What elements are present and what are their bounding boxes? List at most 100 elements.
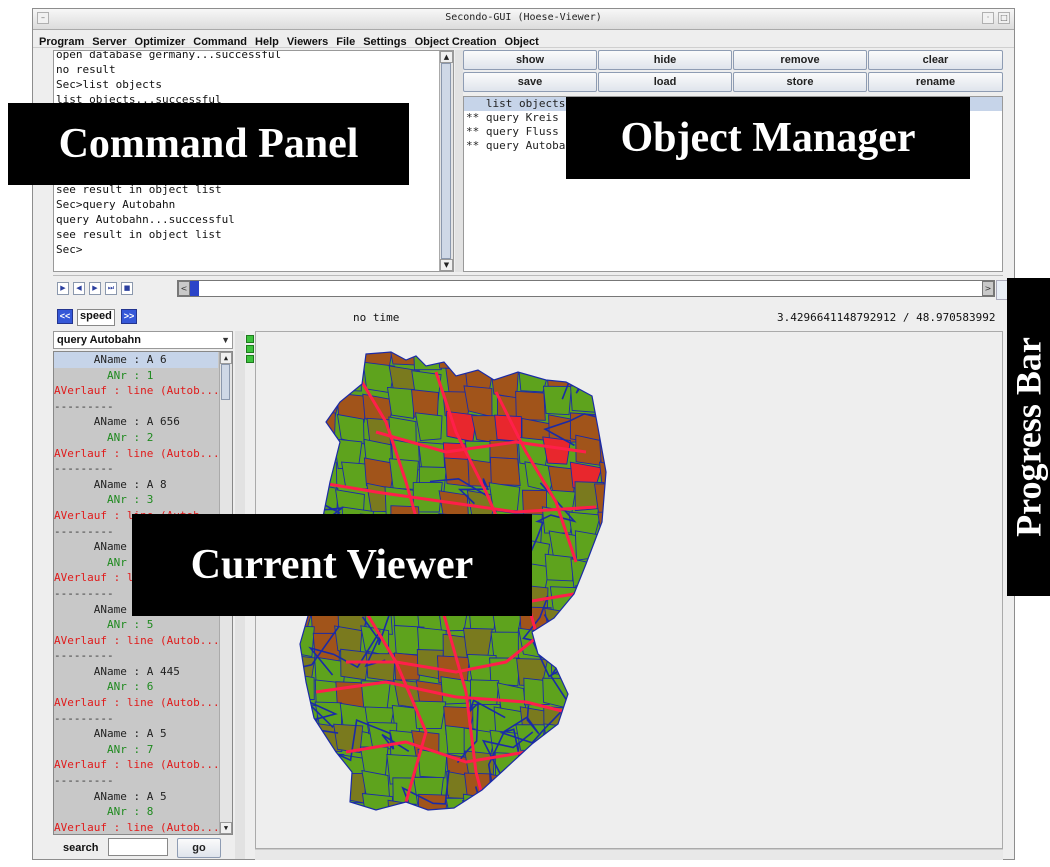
scroll-down-icon[interactable]: ▼: [440, 259, 453, 271]
play-icon[interactable]: ▶: [57, 282, 69, 295]
tuple-geometry[interactable]: AVerlauf : line (Autob...: [54, 695, 220, 711]
slider-left-icon[interactable]: <: [178, 281, 190, 296]
menu-item-settings[interactable]: Settings: [363, 34, 406, 51]
tuple-number[interactable]: ANr : 6: [54, 679, 218, 695]
tuple-geometry-text: AVerlauf : line (Autob...: [54, 696, 220, 710]
tuple-name[interactable]: AName : A 5: [54, 789, 218, 805]
maximize-icon[interactable]: □: [998, 12, 1010, 24]
tuple-geometry[interactable]: AVerlauf : line (Autob...: [54, 383, 220, 399]
tuple-separator[interactable]: ---------: [54, 773, 218, 789]
menu-item-command[interactable]: Command: [193, 34, 247, 51]
region-cell: [575, 751, 606, 781]
tuple-separator-text: ---------: [54, 524, 114, 538]
region-cell: [627, 417, 657, 447]
region-cell: [308, 772, 339, 804]
tuple-geometry[interactable]: AVerlauf : line (Autob...: [54, 820, 220, 834]
region-cell: [622, 554, 653, 585]
query-select[interactable]: query Autobahn ▼: [53, 331, 233, 349]
stop-icon[interactable]: ■: [121, 282, 133, 295]
scroll-thumb[interactable]: [221, 364, 230, 400]
tuple-geometry[interactable]: AVerlauf : line (Autob...: [54, 633, 220, 649]
scroll-up-icon[interactable]: ▲: [440, 51, 453, 63]
tuple-number[interactable]: ANr : 5: [54, 617, 218, 633]
region-cell: [596, 726, 606, 756]
menu-item-optimizer[interactable]: Optimizer: [135, 34, 186, 51]
tuple-name[interactable]: AName : A 5: [54, 726, 218, 742]
region-cell: [598, 530, 606, 562]
menu-item-server[interactable]: Server: [92, 34, 126, 51]
region-cell: [445, 797, 476, 810]
rename-button[interactable]: rename: [868, 72, 1003, 92]
scroll-down-icon[interactable]: ▼: [220, 822, 232, 834]
region-cell: [515, 724, 546, 752]
split-divider[interactable]: [455, 50, 463, 272]
speed-label: speed: [77, 309, 115, 326]
tuple-geometry[interactable]: AVerlauf : line (Autob...: [54, 757, 220, 773]
tuple-number-text: ANr : 2: [106, 430, 154, 444]
region-cell: [300, 387, 313, 419]
menu-item-file[interactable]: File: [336, 34, 355, 51]
step-forward-icon[interactable]: ▶: [89, 282, 101, 295]
tuple-name-text: AName : A 6: [93, 353, 167, 366]
menu-item-program[interactable]: Program: [39, 34, 84, 51]
scroll-thumb[interactable]: [441, 63, 451, 259]
menu-item-object[interactable]: Object: [505, 34, 539, 51]
tuple-separator[interactable]: ---------: [54, 399, 218, 415]
step-back-icon[interactable]: ◀: [73, 282, 85, 295]
load-button[interactable]: load: [598, 72, 732, 92]
annotation-object-manager: Object Manager: [566, 97, 970, 179]
clear-button[interactable]: clear: [868, 50, 1003, 70]
tuple-name[interactable]: AName : A 656: [54, 414, 218, 430]
region-cell: [629, 606, 660, 635]
region-cell: [436, 352, 469, 370]
menu-item-viewers[interactable]: Viewers: [287, 34, 328, 51]
end-icon[interactable]: ⏭: [105, 282, 117, 295]
region-cell: [515, 390, 546, 421]
hide-button[interactable]: hide: [598, 50, 732, 70]
tuple-name[interactable]: AName : A 8: [54, 477, 218, 493]
region-cell: [621, 586, 650, 616]
tuple-separator[interactable]: ---------: [54, 648, 218, 664]
tuple-number[interactable]: ANr : 3: [54, 492, 218, 508]
tuple-name[interactable]: AName : A 445: [54, 664, 218, 680]
tuple-geometry[interactable]: AVerlauf : line (Autob...: [54, 446, 220, 462]
tuple-separator-text: ---------: [54, 586, 114, 600]
search-input[interactable]: [108, 838, 168, 856]
tuple-number[interactable]: ANr : 7: [54, 742, 218, 758]
region-cell: [546, 826, 572, 849]
speed-down-button[interactable]: <<: [57, 309, 73, 324]
tuple-number-text: ANr : 5: [106, 618, 154, 632]
tuple-name[interactable]: AName : A 6: [54, 352, 218, 368]
time-slider[interactable]: < >: [177, 280, 995, 297]
layer-toggle[interactable]: [246, 355, 254, 363]
layer-toggle[interactable]: [246, 335, 254, 343]
speed-up-button[interactable]: >>: [121, 309, 137, 324]
remove-button[interactable]: remove: [733, 50, 867, 70]
tuple-separator[interactable]: ---------: [54, 461, 218, 477]
tuple-number[interactable]: ANr : 8: [54, 804, 218, 820]
region-cell: [627, 725, 657, 756]
region-cell: [602, 704, 606, 733]
slider-knob[interactable]: [190, 281, 199, 296]
command-scrollbar[interactable]: ▲ ▼: [439, 51, 453, 271]
region-cell: [311, 820, 341, 849]
minimize-icon[interactable]: ·: [982, 12, 994, 24]
chevron-down-icon[interactable]: ▼: [221, 332, 230, 348]
slider-right-icon[interactable]: >: [982, 281, 994, 296]
tuple-number[interactable]: ANr : 2: [54, 430, 218, 446]
menu-item-help[interactable]: Help: [255, 34, 279, 51]
menu-item-object-creation[interactable]: Object Creation: [415, 34, 497, 51]
viewer-status-strip: [255, 849, 1003, 860]
tuple-number[interactable]: ANr : 1: [54, 368, 218, 384]
region-cell: [548, 800, 581, 810]
store-button[interactable]: store: [733, 72, 867, 92]
save-button[interactable]: save: [463, 72, 597, 92]
go-button[interactable]: go: [177, 838, 221, 858]
tuple-separator[interactable]: ---------: [54, 711, 218, 727]
layer-toggle[interactable]: [246, 345, 254, 353]
region-cell: [624, 822, 654, 849]
scroll-up-icon[interactable]: ▲: [220, 352, 232, 364]
show-button[interactable]: show: [463, 50, 597, 70]
